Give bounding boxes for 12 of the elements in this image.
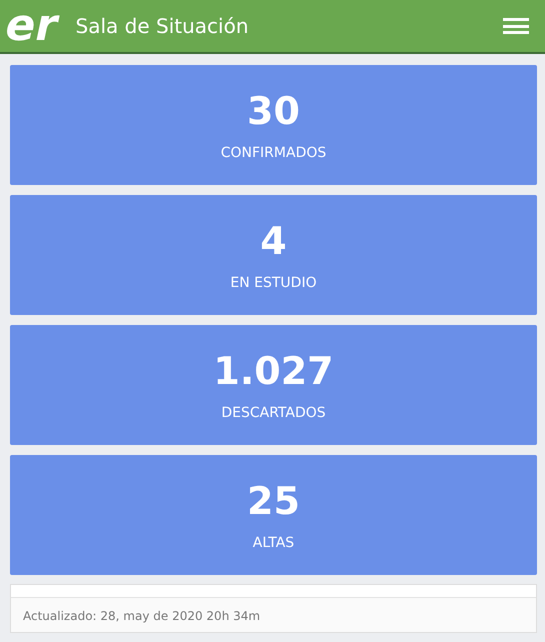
- stat-value: 30: [247, 89, 300, 133]
- stat-label: CONFIRMADOS: [220, 145, 326, 161]
- stat-label: DESCARTADOS: [221, 405, 326, 421]
- stat-label: ALTAS: [252, 535, 294, 551]
- stat-value: 25: [247, 479, 300, 523]
- menu-icon[interactable]: [503, 16, 529, 36]
- updated-text: Actualizado: 28, may de 2020 20h 34m: [22, 608, 262, 625]
- stat-value: 1.027: [213, 349, 334, 393]
- stat-label: EN ESTUDIO: [230, 275, 317, 291]
- logo: er: [0, 0, 64, 52]
- page-title: Sala de Situación: [76, 14, 250, 38]
- stat-value: 4: [260, 219, 287, 263]
